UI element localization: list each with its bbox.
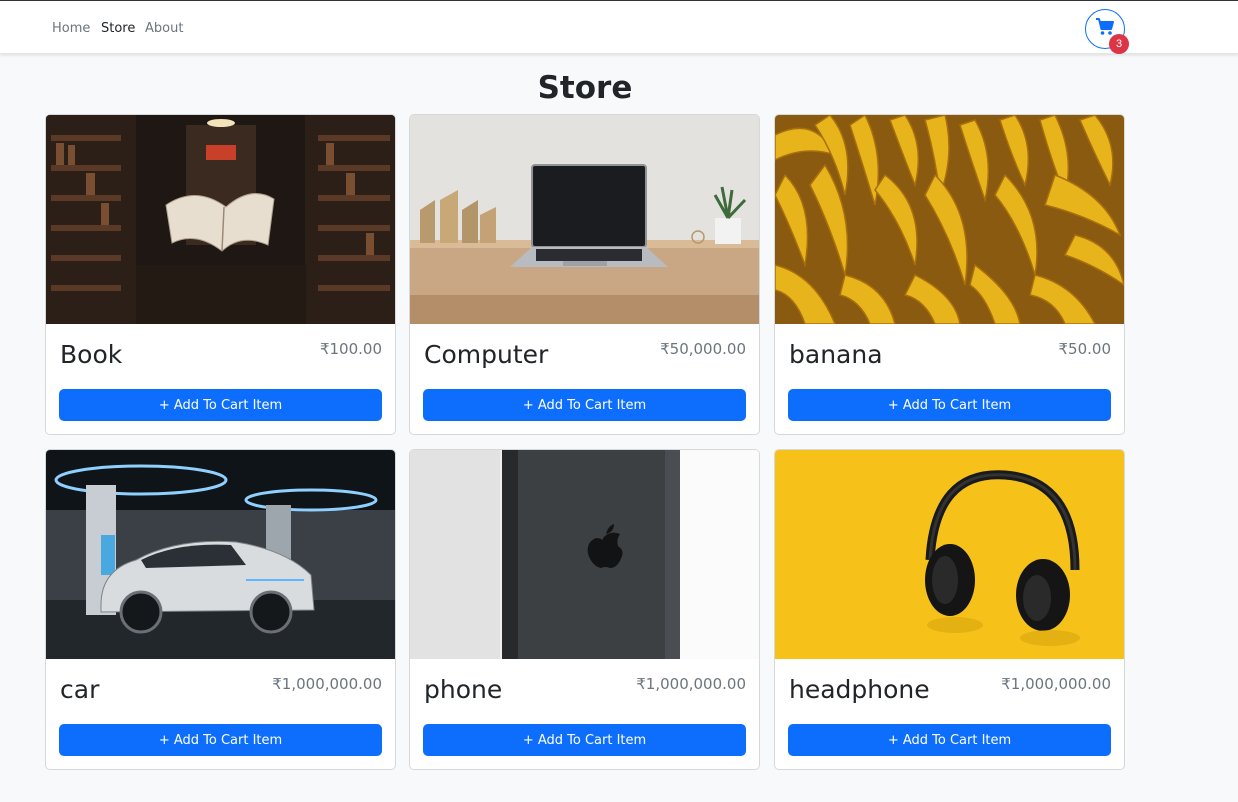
- headphone-photo: [775, 450, 1124, 659]
- add-to-cart-button[interactable]: + Add To Cart Item: [423, 724, 746, 756]
- product-card: banana ₹50.00 + Add To Cart Item: [774, 114, 1125, 435]
- product-price: ₹1,000,000.00: [272, 675, 382, 693]
- banana-photo: [775, 115, 1124, 324]
- product-name: Computer: [424, 340, 549, 369]
- book-photo: [46, 115, 395, 324]
- product-name: banana: [789, 340, 883, 369]
- nav-link-about[interactable]: About: [145, 21, 183, 36]
- phone-photo: [410, 450, 759, 659]
- car-photo: [46, 450, 395, 659]
- product-name: phone: [424, 675, 503, 704]
- add-to-cart-button[interactable]: + Add To Cart Item: [59, 724, 382, 756]
- product-card: Computer ₹50,000.00 + Add To Cart Item: [409, 114, 760, 435]
- add-to-cart-button[interactable]: + Add To Cart Item: [788, 724, 1111, 756]
- cart-count-badge: 3: [1109, 34, 1129, 54]
- product-price: ₹100.00: [319, 340, 382, 358]
- product-card: phone ₹1,000,000.00 + Add To Cart Item: [409, 449, 760, 770]
- add-to-cart-button[interactable]: + Add To Cart Item: [423, 389, 746, 421]
- nav-link-home[interactable]: Home: [52, 21, 90, 36]
- product-name: car: [60, 675, 100, 704]
- cart-button[interactable]: 3: [1085, 9, 1129, 54]
- navbar: Home Store About 3: [0, 1, 1238, 54]
- product-price: ₹1,000,000.00: [1001, 675, 1111, 693]
- product-price: ₹1,000,000.00: [636, 675, 746, 693]
- add-to-cart-button[interactable]: + Add To Cart Item: [59, 389, 382, 421]
- product-name: Book: [60, 340, 123, 369]
- product-card: headphone ₹1,000,000.00 + Add To Cart It…: [774, 449, 1125, 770]
- page-title: Store: [537, 70, 633, 106]
- product-price: ₹50.00: [1058, 340, 1112, 358]
- laptop-photo: [410, 115, 759, 324]
- product-name: headphone: [789, 675, 930, 704]
- add-to-cart-button[interactable]: + Add To Cart Item: [788, 389, 1111, 421]
- product-price: ₹50,000.00: [660, 340, 746, 358]
- product-card: car ₹1,000,000.00 + Add To Cart Item: [45, 449, 396, 770]
- product-card: Book ₹100.00 + Add To Cart Item: [45, 114, 396, 435]
- nav-link-store[interactable]: Store: [101, 21, 135, 36]
